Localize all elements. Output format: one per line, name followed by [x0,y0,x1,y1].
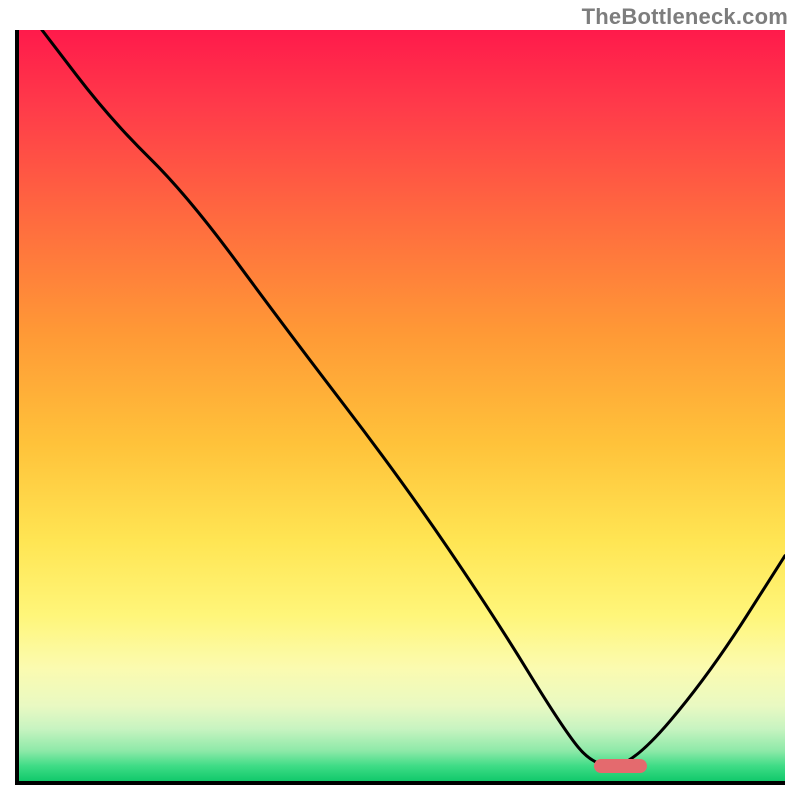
chart-container: TheBottleneck.com [0,0,800,800]
optimal-marker [594,759,648,773]
background-gradient [19,30,785,781]
watermark-text: TheBottleneck.com [582,4,788,30]
gradient-panel [15,30,785,785]
plot-area [15,30,785,785]
